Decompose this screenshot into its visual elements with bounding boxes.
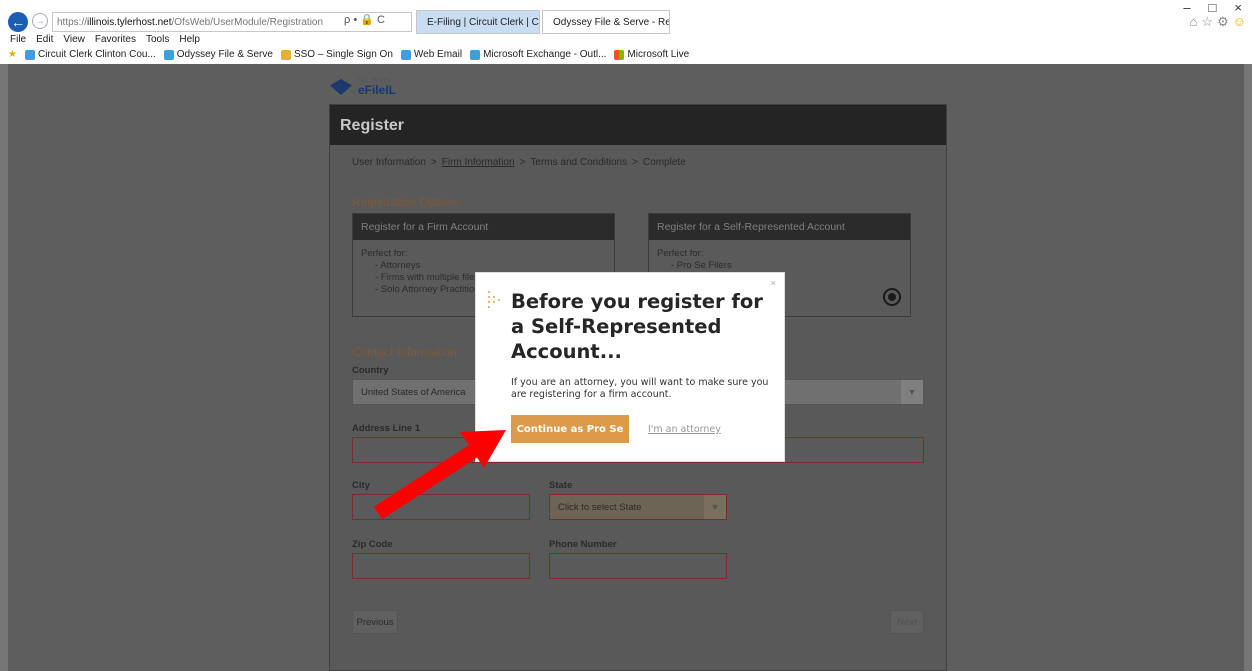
menu-edit[interactable]: Edit bbox=[36, 34, 53, 45]
efileil-logo: ILLINOIS eFileIL bbox=[330, 78, 396, 96]
tab-label: E-Filing | Circuit Clerk | Clinton... bbox=[427, 16, 539, 28]
modal-message: If you are an attorney, you will want to… bbox=[511, 377, 769, 400]
page-icon bbox=[400, 49, 411, 60]
fav-label: SSO – Single Sign On bbox=[293, 49, 393, 60]
menu-view[interactable]: View bbox=[63, 34, 85, 45]
url-prefix: https:// bbox=[57, 16, 88, 28]
sso-icon bbox=[280, 49, 291, 60]
fav-web-email[interactable]: Web Email bbox=[400, 49, 463, 60]
menu-file[interactable]: File bbox=[10, 34, 26, 45]
next-button[interactable]: Next bbox=[890, 610, 924, 634]
menu-favorites[interactable]: Favorites bbox=[95, 34, 136, 45]
contact-information-heading: Contact Information bbox=[352, 345, 457, 359]
back-arrow-icon[interactable]: ← bbox=[8, 12, 28, 32]
feedback-smiley-icon[interactable]: ☺ bbox=[1233, 14, 1246, 30]
address1-label: Address Line 1 bbox=[352, 423, 421, 434]
continue-as-pro-se-button[interactable]: Continue as Pro Se bbox=[511, 415, 629, 443]
address-actions[interactable]: ρ • 🔒 C bbox=[344, 13, 385, 26]
microsoft-logo-icon bbox=[614, 49, 625, 60]
fav-odyssey[interactable]: Odyssey File & Serve bbox=[163, 49, 273, 60]
fav-microsoft-live[interactable]: Microsoft Live bbox=[614, 49, 689, 60]
country-value: United States of America bbox=[361, 387, 466, 398]
url-host: illinois.tylerhost.net bbox=[87, 16, 172, 28]
self-perfect-for: Perfect for: bbox=[657, 248, 704, 259]
favorites-bar: ★ Circuit Clerk Clinton Cou... Odyssey F… bbox=[8, 49, 689, 60]
menu-help[interactable]: Help bbox=[179, 34, 200, 45]
selected-radio-icon[interactable] bbox=[883, 288, 901, 306]
window-controls: – □ × bbox=[1183, 0, 1242, 15]
menu-tools[interactable]: Tools bbox=[146, 34, 169, 45]
menu-bar: File Edit View Favorites Tools Help bbox=[10, 34, 200, 45]
breadcrumb: User Information > Firm Information > Terms … bbox=[352, 157, 686, 168]
url-path: /OfsWeb/UserModule/Registration bbox=[171, 16, 324, 28]
city-label: City bbox=[352, 480, 370, 491]
fav-label: Web Email bbox=[413, 49, 463, 60]
step-firm-information[interactable]: Firm Information bbox=[442, 157, 515, 168]
list-item: - Pro Se Filers bbox=[671, 260, 732, 271]
fav-label: Circuit Clerk Clinton Cou... bbox=[37, 49, 156, 60]
close-icon[interactable]: × bbox=[771, 278, 776, 288]
firm-option-header: Register for a Firm Account bbox=[353, 214, 614, 240]
tab-odyssey-register[interactable]: Odyssey File & Serve - Regi... × bbox=[542, 10, 670, 34]
registration-options-heading: Registration Options bbox=[352, 195, 461, 209]
zip-label: Zip Code bbox=[352, 539, 393, 550]
restore-button[interactable]: □ bbox=[1209, 0, 1217, 15]
phone-label: Phone Number bbox=[549, 539, 617, 550]
chevron-down-icon: ▼ bbox=[704, 495, 726, 519]
fav-sso[interactable]: SSO – Single Sign On bbox=[280, 49, 393, 60]
modal-title: Before you register for a Self-Represent… bbox=[511, 290, 763, 363]
phone-number-input[interactable] bbox=[549, 553, 727, 579]
step-user-information: User Information bbox=[352, 157, 426, 168]
close-window-button[interactable]: × bbox=[1234, 0, 1242, 15]
logo-name: eFileIL bbox=[358, 83, 397, 97]
fav-label: Microsoft Live bbox=[627, 49, 690, 60]
zip-code-input[interactable] bbox=[352, 553, 530, 579]
favorites-star-icon[interactable]: ☆ bbox=[1201, 14, 1213, 30]
state-select[interactable]: Click to select State ▼ bbox=[549, 494, 727, 520]
country-label: Country bbox=[352, 365, 389, 376]
browser-chrome: ← → https://illinois.tylerhost.net/OfsWe… bbox=[0, 0, 1252, 64]
page-icon bbox=[163, 49, 174, 60]
fav-label: Microsoft Exchange - Outl... bbox=[483, 49, 607, 60]
city-input[interactable] bbox=[352, 494, 530, 520]
page-icon bbox=[470, 49, 481, 60]
minimize-button[interactable]: – bbox=[1183, 0, 1190, 15]
state-label: State bbox=[549, 480, 573, 491]
self-option-header: Register for a Self-Represented Account bbox=[649, 214, 910, 240]
tab-label: Odyssey File & Serve - Regi... bbox=[553, 16, 669, 28]
firm-perfect-for: Perfect for: bbox=[361, 248, 408, 259]
previous-button[interactable]: Previous bbox=[352, 610, 398, 634]
step-complete: Complete bbox=[642, 157, 686, 168]
dots-decoration-icon bbox=[488, 291, 502, 311]
state-placeholder: Click to select State bbox=[558, 502, 642, 513]
fav-exchange[interactable]: Microsoft Exchange - Outl... bbox=[470, 49, 606, 60]
step-terms-and-conditions: Terms and Conditions bbox=[530, 157, 628, 168]
fav-label: Odyssey File & Serve bbox=[176, 49, 273, 60]
tab-efiling-clinton[interactable]: E-Filing | Circuit Clerk | Clinton... bbox=[416, 10, 540, 34]
settings-gear-icon[interactable]: ⚙ bbox=[1217, 14, 1229, 30]
list-item: - Attorneys bbox=[375, 260, 421, 271]
toolbar-icons: ⌂ ☆ ⚙ ☺ bbox=[1190, 14, 1246, 30]
page-icon bbox=[24, 49, 35, 60]
illinois-logo-icon bbox=[330, 79, 352, 95]
im-an-attorney-link[interactable]: I'm an attorney bbox=[648, 424, 721, 435]
chevron-down-icon: ▼ bbox=[901, 380, 923, 404]
forward-arrow-icon[interactable]: → bbox=[32, 13, 48, 29]
favorites-add-icon[interactable]: ★ bbox=[8, 49, 17, 60]
fav-circuit-clerk[interactable]: Circuit Clerk Clinton Cou... bbox=[24, 49, 156, 60]
home-icon[interactable]: ⌂ bbox=[1190, 14, 1198, 30]
pro-se-warning-modal: × Before you register for a Self-Represe… bbox=[475, 272, 785, 462]
page-title: Register bbox=[330, 105, 946, 145]
